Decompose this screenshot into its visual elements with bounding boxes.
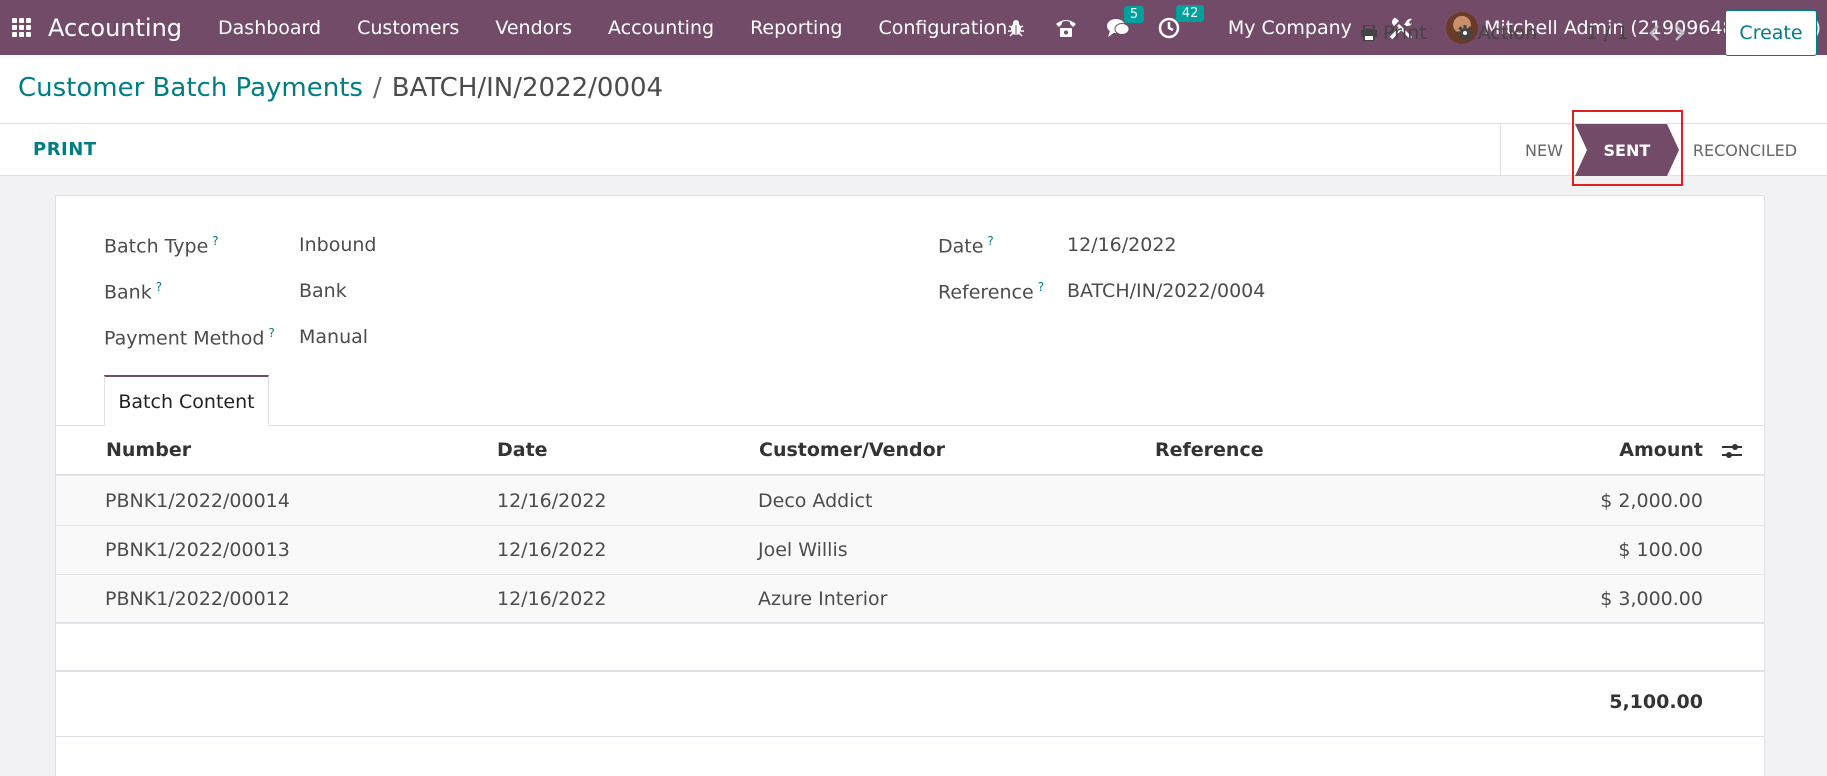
bank-value: Bank [299, 280, 347, 302]
row-amount: $ 100.00 [1618, 539, 1703, 561]
payment-method-label: Payment Method? [104, 326, 275, 350]
main-menu: Dashboard Customers Vendors Accounting R… [200, 17, 1025, 39]
empty-table-row [56, 622, 1764, 672]
total-divider [56, 736, 1764, 737]
row-number: PBNK1/2022/00012 [105, 588, 290, 610]
app-name[interactable]: Accounting [48, 14, 182, 42]
row-number: PBNK1/2022/00013 [105, 539, 290, 561]
column-number[interactable]: Number [106, 439, 191, 461]
batch-type-value: Inbound [299, 234, 377, 256]
print-button[interactable]: PRINT [33, 139, 97, 160]
clock-icon[interactable]: 42 [1158, 4, 1205, 39]
menu-reporting[interactable]: Reporting [732, 17, 860, 39]
tab-batch-content[interactable]: Batch Content [104, 375, 269, 426]
activities-badge: 42 [1175, 4, 1205, 22]
chat-icon[interactable]: 5 [1106, 5, 1145, 38]
breadcrumb-parent-link[interactable]: Customer Batch Payments [18, 73, 363, 103]
phone-icon[interactable] [1054, 17, 1078, 39]
statusbar: PRINT NEW SENT RECONCILED [0, 124, 1827, 176]
breadcrumb: Customer Batch Payments / BATCH/IN/2022/… [18, 73, 663, 103]
row-date: 12/16/2022 [497, 539, 607, 561]
row-date: 12/16/2022 [497, 588, 607, 610]
help-icon[interactable]: ? [987, 234, 993, 248]
apps-icon[interactable] [12, 17, 32, 38]
stage-new[interactable]: NEW [1501, 124, 1575, 176]
print-icon [1361, 25, 1377, 41]
menu-dashboard[interactable]: Dashboard [200, 17, 339, 39]
company-switcher[interactable]: My Company [1228, 17, 1352, 39]
reference-label: Reference? [938, 280, 1045, 304]
reference-value: BATCH/IN/2022/0004 [1067, 280, 1266, 302]
messages-badge: 5 [1123, 5, 1145, 23]
help-icon[interactable]: ? [212, 234, 218, 248]
date-value: 12/16/2022 [1067, 234, 1177, 256]
help-icon[interactable]: ? [156, 280, 162, 294]
action-dropdown-button[interactable]: Action [1456, 22, 1538, 44]
pager-arrows [1648, 25, 1686, 41]
menu-customers[interactable]: Customers [339, 17, 477, 39]
payment-method-value: Manual [299, 326, 369, 348]
table-row[interactable]: PBNK1/2022/00012 12/16/2022 Azure Interi… [56, 575, 1764, 624]
form-sheet: Batch Type? Inbound Bank? Bank Payment M… [55, 195, 1765, 776]
action-label: Action [1477, 22, 1538, 44]
print-dropdown-button[interactable]: Print [1360, 22, 1427, 44]
print-label: Print [1383, 22, 1427, 44]
stage-reconciled[interactable]: RECONCILED [1679, 124, 1797, 176]
row-date: 12/16/2022 [497, 490, 607, 512]
chevron-right-icon[interactable] [1674, 25, 1686, 41]
batch-type-label: Batch Type? [104, 234, 219, 258]
control-panel: Customer Batch Payments / BATCH/IN/2022/… [0, 55, 1827, 124]
total-amount: 5,100.00 [1609, 691, 1703, 713]
gear-icon [1456, 25, 1473, 41]
cp-actions: Print Action [1360, 22, 1567, 44]
row-number: PBNK1/2022/00014 [105, 490, 290, 512]
column-partner[interactable]: Customer/Vendor [759, 439, 945, 461]
row-amount: $ 3,000.00 [1600, 588, 1703, 610]
table-row[interactable]: PBNK1/2022/00014 12/16/2022 Deco Addict … [56, 477, 1764, 526]
row-partner: Deco Addict [758, 490, 873, 512]
pager-value[interactable]: 1 / 1 [1586, 22, 1629, 44]
row-amount: $ 2,000.00 [1600, 490, 1703, 512]
menu-vendors[interactable]: Vendors [477, 17, 590, 39]
bug-icon[interactable] [1006, 18, 1026, 38]
column-reference[interactable]: Reference [1155, 439, 1264, 461]
date-label: Date? [938, 234, 994, 258]
row-partner: Azure Interior [758, 588, 888, 610]
bank-label: Bank? [104, 280, 163, 304]
column-amount[interactable]: Amount [1619, 439, 1703, 461]
table-row[interactable]: PBNK1/2022/00013 12/16/2022 Joel Willis … [56, 526, 1764, 575]
highlight-annotation-box [1572, 110, 1683, 186]
menu-accounting[interactable]: Accounting [590, 17, 732, 39]
column-date[interactable]: Date [497, 439, 548, 461]
chevron-left-icon[interactable] [1648, 25, 1660, 41]
breadcrumb-current: BATCH/IN/2022/0004 [391, 73, 664, 103]
breadcrumb-separator: / [372, 73, 382, 103]
optional-columns-icon[interactable] [1722, 443, 1742, 459]
create-button[interactable]: Create [1725, 10, 1817, 56]
help-icon[interactable]: ? [1038, 280, 1044, 294]
row-partner: Joel Willis [758, 539, 848, 561]
help-icon[interactable]: ? [268, 326, 274, 340]
table-header: Number Date Customer/Vendor Reference Am… [56, 426, 1764, 476]
